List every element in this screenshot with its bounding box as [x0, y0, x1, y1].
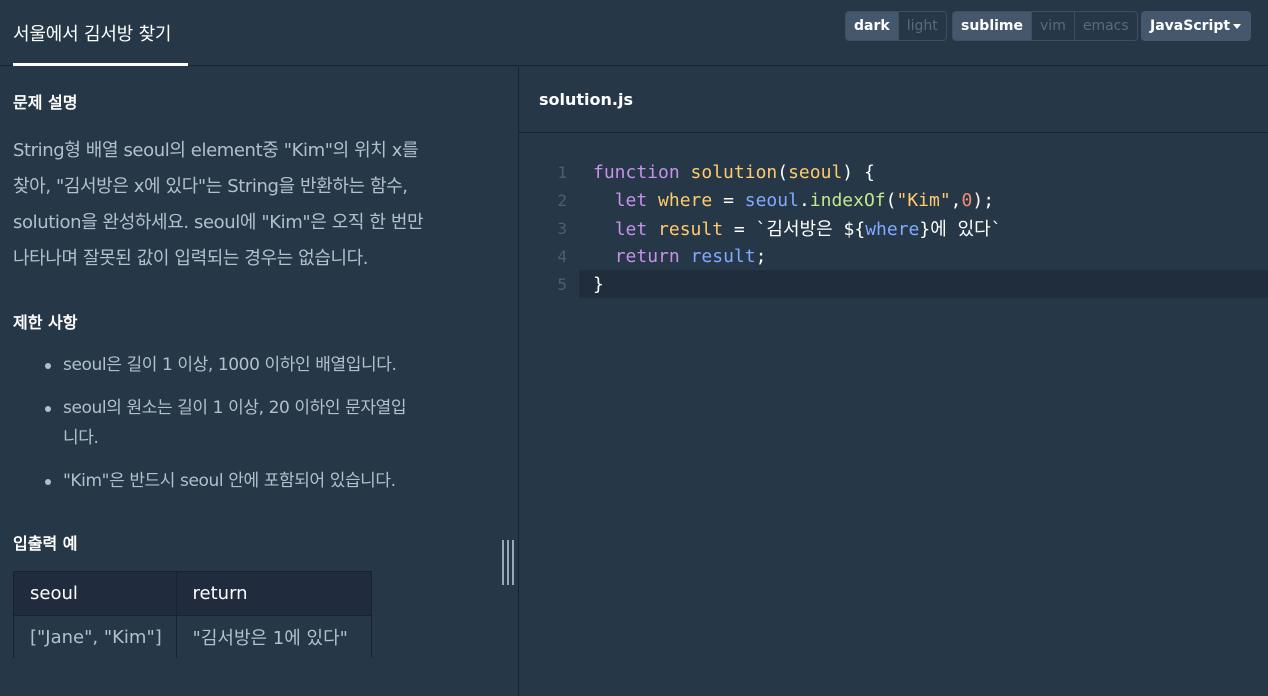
table-header-cell: return [192, 583, 248, 604]
theme-toggle-group: dark light [845, 11, 947, 41]
constraint-item: seoul의 원소는 길이 1 이상, 20 이하인 문자열입 니다. [40, 393, 470, 453]
description-line: String형 배열 seoul의 element중 "Kim"의 위치 x를 [13, 140, 419, 161]
code-line: 4 return result; [519, 242, 1268, 270]
code-text: return result; [614, 245, 767, 267]
code-line: 2 let where = seoul.indexOf("Kim",0); [519, 186, 1268, 214]
grip-line [507, 540, 509, 585]
language-selected: JavaScript [1150, 18, 1231, 34]
bullet-icon [45, 363, 51, 369]
examples-table: seoul return ["Jane", "Kim"] "김서방은 1에 있다… [13, 571, 372, 658]
theme-dark-button[interactable]: dark [846, 12, 898, 40]
theme-light-button[interactable]: light [897, 12, 946, 40]
constraint-text: "Kim"은 반드시 seoul 안에 포함되어 있습니다. [63, 471, 396, 491]
constraint-text: 니다. [63, 428, 99, 448]
editor-pane: solution.js 1 function solution(seoul) {… [519, 67, 1268, 696]
line-number: 2 [557, 190, 567, 210]
keymap-emacs-button[interactable]: emacs [1073, 12, 1137, 40]
description-line: 나타나며 잘못된 값이 입력되는 경우는 없습니다. [13, 248, 369, 269]
problem-title: 서울에서 김서방 찾기 [13, 24, 172, 45]
active-tab-underline [13, 63, 188, 66]
table-row: ["Jane", "Kim"] "김서방은 1에 있다" [14, 615, 371, 658]
problem-title-tab[interactable]: 서울에서 김서방 찾기 [13, 0, 188, 66]
language-dropdown[interactable]: JavaScript [1141, 11, 1251, 41]
constraints-heading: 제한 사항 [13, 313, 78, 332]
code-text: } [593, 273, 604, 295]
table-header-cell: seoul [14, 572, 177, 615]
code-line: 3 let result = `김서방은 ${where}에 있다` [519, 214, 1268, 242]
problem-description: String형 배열 seoul의 element중 "Kim"의 위치 x를 … [13, 133, 483, 277]
bullet-icon [45, 406, 51, 412]
file-name: solution.js [539, 90, 633, 109]
keymap-toggle-group: sublime vim emacs [952, 11, 1138, 41]
code-text: function solution(seoul) { [593, 161, 875, 183]
grip-line [512, 540, 514, 585]
grip-line [502, 540, 504, 585]
examples-heading: 입출력 예 [13, 534, 78, 553]
constraint-text: seoul은 길이 1 이상, 1000 이하인 배열입니다. [63, 355, 397, 375]
top-bar: 서울에서 김서방 찾기 dark light sublime vim emacs… [0, 0, 1268, 66]
constraint-item: seoul은 길이 1 이상, 1000 이하인 배열입니다. [40, 350, 470, 380]
code-text: let result = `김서방은 ${where}에 있다` [614, 219, 1002, 240]
description-line: 찾아, "김서방은 x에 있다"는 String을 반환하는 함수, [13, 176, 408, 197]
problem-pane: 문제 설명 String형 배열 seoul의 element중 "Kim"의 … [0, 67, 518, 696]
code-editor[interactable]: 1 function solution(seoul) { 2 let where… [519, 134, 1268, 696]
constraint-text: seoul의 원소는 길이 1 이상, 20 이하인 문자열입 [63, 398, 407, 418]
constraint-item: "Kim"은 반드시 seoul 안에 포함되어 있습니다. [40, 466, 470, 496]
table-cell: ["Jane", "Kim"] [14, 616, 177, 658]
line-number: 4 [557, 246, 567, 266]
line-number: 1 [557, 162, 567, 182]
line-number: 5 [557, 274, 567, 294]
chevron-down-icon [1233, 24, 1241, 29]
table-cell: "김서방은 1에 있다" [192, 628, 348, 649]
keymap-vim-button[interactable]: vim [1031, 12, 1074, 40]
description-heading: 문제 설명 [13, 93, 78, 112]
code-line-current: 5 } [557, 270, 1268, 298]
code-text: let where = seoul.indexOf("Kim",0); [614, 189, 995, 211]
pane-resize-handle[interactable] [502, 540, 514, 585]
bullet-icon [45, 479, 51, 485]
table-header-row: seoul return [14, 572, 371, 615]
code-line: 1 function solution(seoul) { [519, 158, 1268, 186]
description-line: solution을 완성하세요. seoul에 "Kim"은 오직 한 번만 [13, 212, 424, 233]
keymap-sublime-button[interactable]: sublime [953, 12, 1032, 40]
line-number: 3 [557, 218, 567, 238]
file-tab: solution.js [519, 67, 1268, 133]
